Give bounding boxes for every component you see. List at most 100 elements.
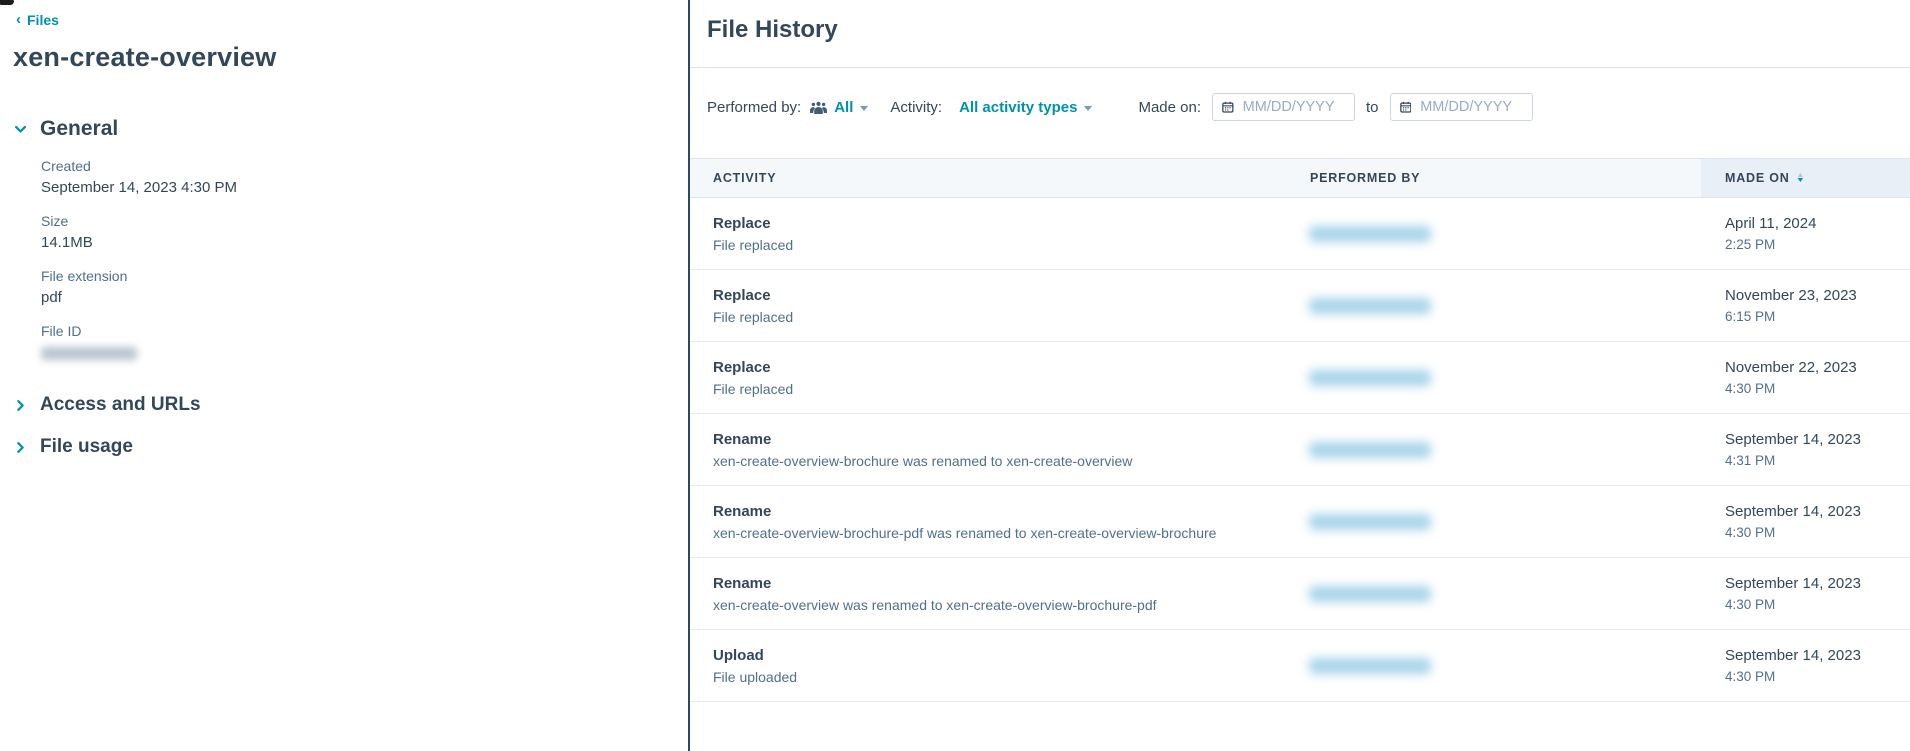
panel-title: File History — [707, 15, 838, 43]
made-on-time: 4:30 PM — [1725, 381, 1776, 396]
calendar-icon — [1222, 101, 1234, 113]
made-on-time: 4:30 PM — [1725, 525, 1776, 540]
performed-by-label: Performed by: — [707, 98, 802, 116]
activity-filter-dropdown[interactable]: All activity types — [959, 98, 1093, 116]
made-on-time: 2:25 PM — [1725, 237, 1776, 252]
field-file-extension: File extension pdf — [41, 268, 688, 306]
field-value: 14.1MB — [41, 234, 93, 251]
breadcrumb-back-to-files[interactable]: ‹ Files — [16, 12, 59, 28]
filter-bar: Performed by: All Activity: All activity… — [707, 93, 1910, 121]
file-history-header: File History — [690, 0, 1910, 68]
table-row: Rename xen-create-overview-brochure-pdf … — [690, 486, 1910, 558]
performed-by-filter-dropdown[interactable]: All — [834, 98, 869, 116]
made-on-date: September 14, 2023 — [1725, 647, 1861, 664]
chevron-right-icon — [17, 399, 24, 411]
file-detail-page: ‹ Files xen-create-overview General Crea… — [0, 0, 1910, 751]
redacted-user-name — [1309, 225, 1431, 242]
field-file-id: File ID — [41, 323, 688, 360]
redacted-user-name — [1309, 441, 1431, 458]
activity-description: File replaced — [713, 236, 794, 253]
file-history-panel: File History Performed by: All Activity:… — [688, 0, 1910, 751]
performed-by-filter-value: All — [834, 98, 854, 116]
made-on-date: November 23, 2023 — [1725, 287, 1857, 304]
section-general-header[interactable]: General — [0, 117, 688, 141]
team-icon — [810, 101, 828, 114]
chevron-down-icon — [15, 125, 26, 133]
table-header-row: ACTIVITY PERFORMED BY MADE ON ▲ ▼ — [690, 158, 1910, 198]
sort-descending-icon: ▲ ▼ — [1795, 172, 1806, 184]
redacted-user-name — [1309, 657, 1431, 674]
field-label: File ID — [41, 323, 82, 339]
activity-type: Replace — [713, 358, 771, 376]
table-row: Replace File replaced November 23, 2023 … — [690, 270, 1910, 342]
column-header-performed-by[interactable]: PERFORMED BY — [1296, 159, 1701, 197]
activity-description: xen-create-overview-brochure-pdf was ren… — [713, 524, 1217, 541]
activity-type: Replace — [713, 214, 771, 232]
table-row: Rename xen-create-overview was renamed t… — [690, 558, 1910, 630]
redacted-user-name — [1309, 369, 1431, 386]
activity-type: Rename — [713, 574, 772, 592]
screen-corner-artifact — [0, 0, 14, 5]
activity-type: Upload — [713, 646, 764, 664]
activity-description: File replaced — [713, 380, 794, 397]
section-label: File usage — [40, 436, 133, 457]
activity-label: Activity: — [890, 98, 943, 116]
caret-down-icon — [860, 105, 869, 111]
activity-type: Rename — [713, 502, 772, 520]
made-on-date: April 11, 2024 — [1725, 215, 1817, 232]
table-row: Rename xen-create-overview-brochure was … — [690, 414, 1910, 486]
made-on-from-datepicker[interactable] — [1212, 93, 1356, 121]
activity-description: File uploaded — [713, 668, 798, 685]
made-on-date: September 14, 2023 — [1725, 503, 1861, 520]
made-on-date: September 14, 2023 — [1725, 575, 1861, 592]
general-fields: Created September 14, 2023 4:30 PM Size … — [0, 158, 688, 360]
field-label: Size — [41, 213, 69, 229]
redacted-user-name — [1309, 297, 1431, 314]
back-chevron-icon: ‹ — [16, 11, 21, 28]
breadcrumb-label: Files — [27, 12, 59, 28]
table-row: Upload File uploaded September 14, 2023 … — [690, 630, 1910, 702]
field-value: September 14, 2023 4:30 PM — [41, 179, 237, 196]
activity-description: xen-create-overview-brochure was renamed… — [713, 452, 1133, 469]
date-range-separator: to — [1366, 98, 1379, 116]
made-on-from-input[interactable] — [1242, 99, 1346, 115]
page-title: xen-create-overview — [13, 42, 277, 72]
file-details-sidebar: ‹ Files xen-create-overview General Crea… — [0, 0, 688, 751]
made-on-time: 4:31 PM — [1725, 453, 1776, 468]
section-access-and-urls[interactable]: Access and URLs — [0, 394, 688, 416]
table-row: Replace File replaced April 11, 2024 2:2… — [690, 198, 1910, 270]
calendar-icon — [1399, 101, 1411, 113]
section-general-label: General — [40, 117, 119, 140]
made-on-to-datepicker[interactable] — [1389, 93, 1533, 121]
made-on-time: 6:15 PM — [1725, 309, 1776, 324]
made-on-time: 4:30 PM — [1725, 669, 1776, 684]
made-on-time: 4:30 PM — [1725, 597, 1776, 612]
section-file-usage[interactable]: File usage — [0, 436, 688, 458]
table-row: Replace File replaced November 22, 2023 … — [690, 342, 1910, 414]
made-on-label: Made on: — [1138, 98, 1202, 116]
made-on-date: September 14, 2023 — [1725, 431, 1861, 448]
redacted-user-name — [1309, 585, 1431, 602]
column-header-made-on-label: MADE ON — [1725, 171, 1790, 185]
field-size: Size 14.1MB — [41, 213, 688, 251]
section-label: Access and URLs — [40, 394, 201, 415]
field-value: pdf — [41, 289, 62, 306]
redacted-file-id — [41, 347, 137, 360]
activity-type: Replace — [713, 286, 771, 304]
field-created: Created September 14, 2023 4:30 PM — [41, 158, 688, 196]
activity-description: File replaced — [713, 308, 794, 325]
redacted-user-name — [1309, 513, 1431, 530]
activity-filter-value: All activity types — [959, 98, 1078, 116]
activity-description: xen-create-overview was renamed to xen-c… — [713, 596, 1157, 613]
activity-type: Rename — [713, 430, 772, 448]
made-on-date: November 22, 2023 — [1725, 359, 1857, 376]
caret-down-icon — [1084, 105, 1093, 111]
field-label: Created — [41, 158, 91, 174]
column-header-made-on[interactable]: MADE ON ▲ ▼ — [1701, 159, 1910, 197]
column-header-activity[interactable]: ACTIVITY — [690, 159, 1296, 197]
section-general: General Created September 14, 2023 4:30 … — [0, 117, 688, 360]
made-on-to-input[interactable] — [1420, 99, 1523, 115]
field-label: File extension — [41, 268, 128, 284]
chevron-right-icon — [17, 441, 24, 453]
file-history-table: ACTIVITY PERFORMED BY MADE ON ▲ ▼ Replace… — [690, 158, 1910, 702]
